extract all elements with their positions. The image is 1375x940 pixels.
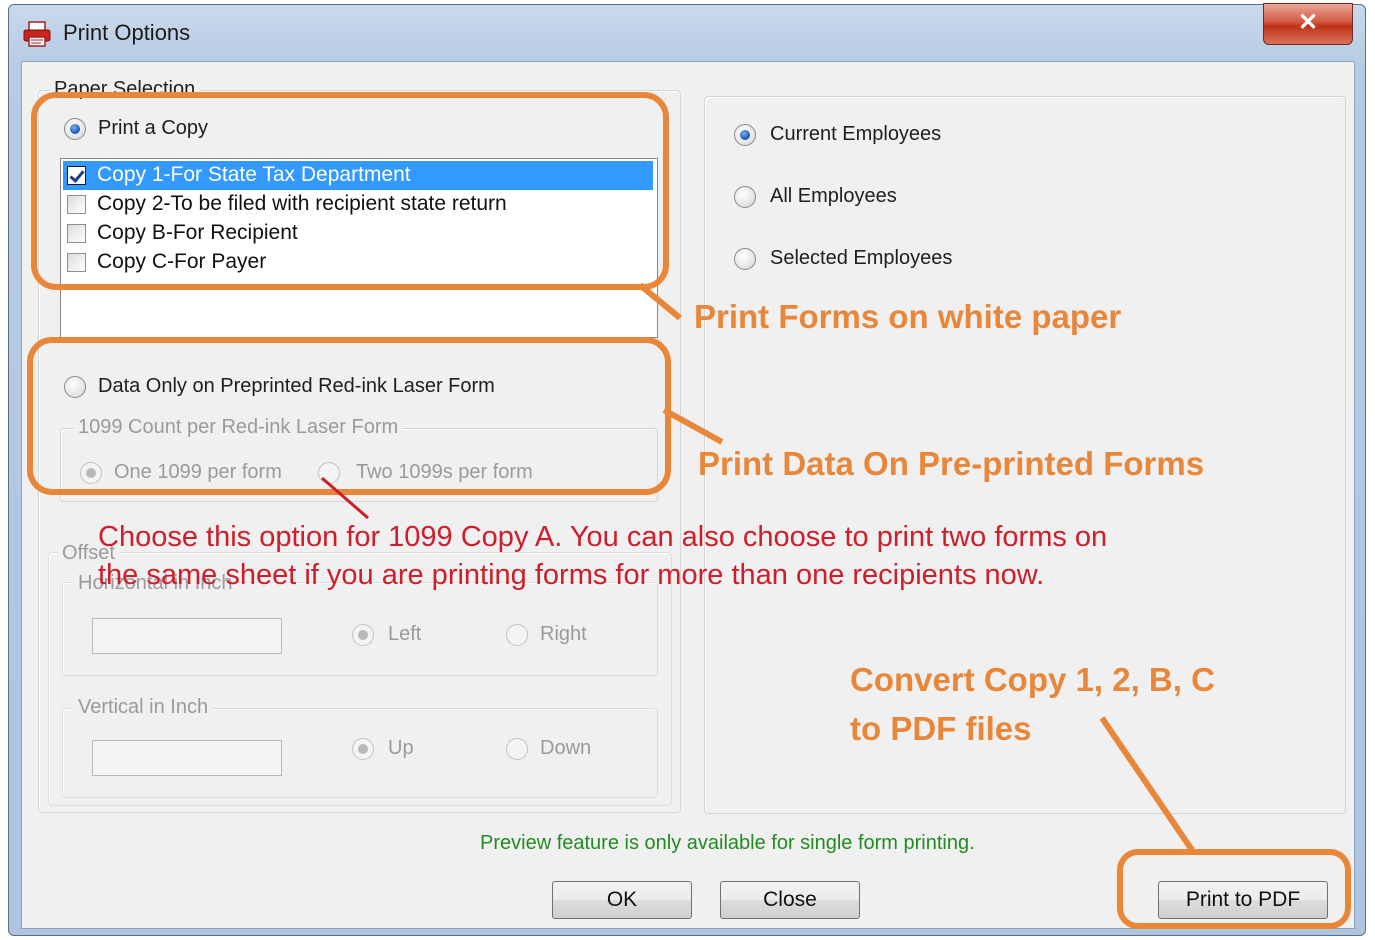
current-employees-label[interactable]: Current Employees: [770, 123, 941, 146]
two-per-form-radio[interactable]: [318, 462, 340, 484]
up-radio[interactable]: [352, 738, 374, 760]
current-employees-radio[interactable]: [734, 124, 756, 146]
data-only-label[interactable]: Data Only on Preprinted Red-ink Laser Fo…: [98, 375, 495, 398]
preprinted-annotation: Print Data On Pre-printed Forms: [698, 445, 1205, 482]
selected-employees-label[interactable]: Selected Employees: [770, 247, 952, 270]
up-label[interactable]: Up: [388, 737, 414, 760]
left-radio[interactable]: [352, 624, 374, 646]
printer-icon: [23, 21, 51, 47]
copy-c-checkbox[interactable]: [67, 253, 86, 272]
copy-b-label: Copy B-For Recipient: [97, 221, 298, 244]
print-to-pdf-button[interactable]: Print to PDF: [1158, 881, 1328, 919]
one-per-form-label[interactable]: One 1099 per form: [114, 461, 282, 484]
close-icon: ✕: [1297, 9, 1319, 36]
white-paper-annotation: Print Forms on white paper: [694, 298, 1122, 335]
copy-b-checkbox[interactable]: [67, 224, 86, 243]
close-button[interactable]: Close: [720, 881, 860, 919]
print-copy-label[interactable]: Print a Copy: [98, 117, 208, 140]
horizontal-inch-input[interactable]: [92, 618, 282, 654]
left-label[interactable]: Left: [388, 623, 421, 646]
all-employees-radio[interactable]: [734, 186, 756, 208]
list-item-copy-b[interactable]: Copy B-For Recipient: [63, 219, 653, 248]
pdf-annotation-line-1: Convert Copy 1, 2, B, C: [850, 661, 1215, 698]
two-per-form-label[interactable]: Two 1099s per form: [356, 461, 533, 484]
copy-a-annotation-line-2: the same sheet if you are printing forms…: [98, 559, 1045, 591]
all-employees-label[interactable]: All Employees: [770, 185, 897, 208]
copy-1-label: Copy 1-For State Tax Department: [97, 163, 411, 186]
list-item-copy-1[interactable]: Copy 1-For State Tax Department: [63, 161, 653, 190]
copy-c-label: Copy C-For Payer: [97, 250, 267, 273]
down-label[interactable]: Down: [540, 737, 591, 760]
vertical-inch-input[interactable]: [92, 740, 282, 776]
close-window-button[interactable]: ✕: [1263, 3, 1353, 45]
count-per-form-label: 1099 Count per Red-ink Laser Form: [74, 416, 403, 439]
copy-2-checkbox[interactable]: [67, 195, 86, 214]
title-bar[interactable]: Print Options ✕: [9, 3, 1365, 61]
list-item-copy-2[interactable]: Copy 2-To be filed with recipient state …: [63, 190, 653, 219]
one-per-form-radio[interactable]: [80, 462, 102, 484]
paper-selection-label: Paper Selection: [50, 78, 200, 101]
pdf-annotation-line-2: to PDF files: [850, 710, 1032, 747]
list-item-copy-c[interactable]: Copy C-For Payer: [63, 248, 653, 277]
window-title: Print Options: [63, 20, 191, 45]
data-only-radio[interactable]: [64, 376, 86, 398]
right-radio[interactable]: [506, 624, 528, 646]
ok-button[interactable]: OK: [552, 881, 692, 919]
copy-2-label: Copy 2-To be filed with recipient state …: [97, 192, 507, 215]
copy-1-checkbox[interactable]: [67, 166, 86, 185]
print-copy-radio[interactable]: [64, 118, 86, 140]
down-radio[interactable]: [506, 738, 528, 760]
copy-checklist[interactable]: Copy 1-For State Tax Department Copy 2-T…: [60, 158, 658, 338]
right-label[interactable]: Right: [540, 623, 587, 646]
vertical-label: Vertical in Inch: [74, 696, 213, 719]
preview-note: Preview feature is only available for si…: [480, 832, 975, 854]
selected-employees-radio[interactable]: [734, 248, 756, 270]
copy-a-annotation-line-1: Choose this option for 1099 Copy A. You …: [98, 521, 1108, 553]
dialog-body: Paper Selection Print a Copy Copy 1-For …: [21, 61, 1355, 929]
